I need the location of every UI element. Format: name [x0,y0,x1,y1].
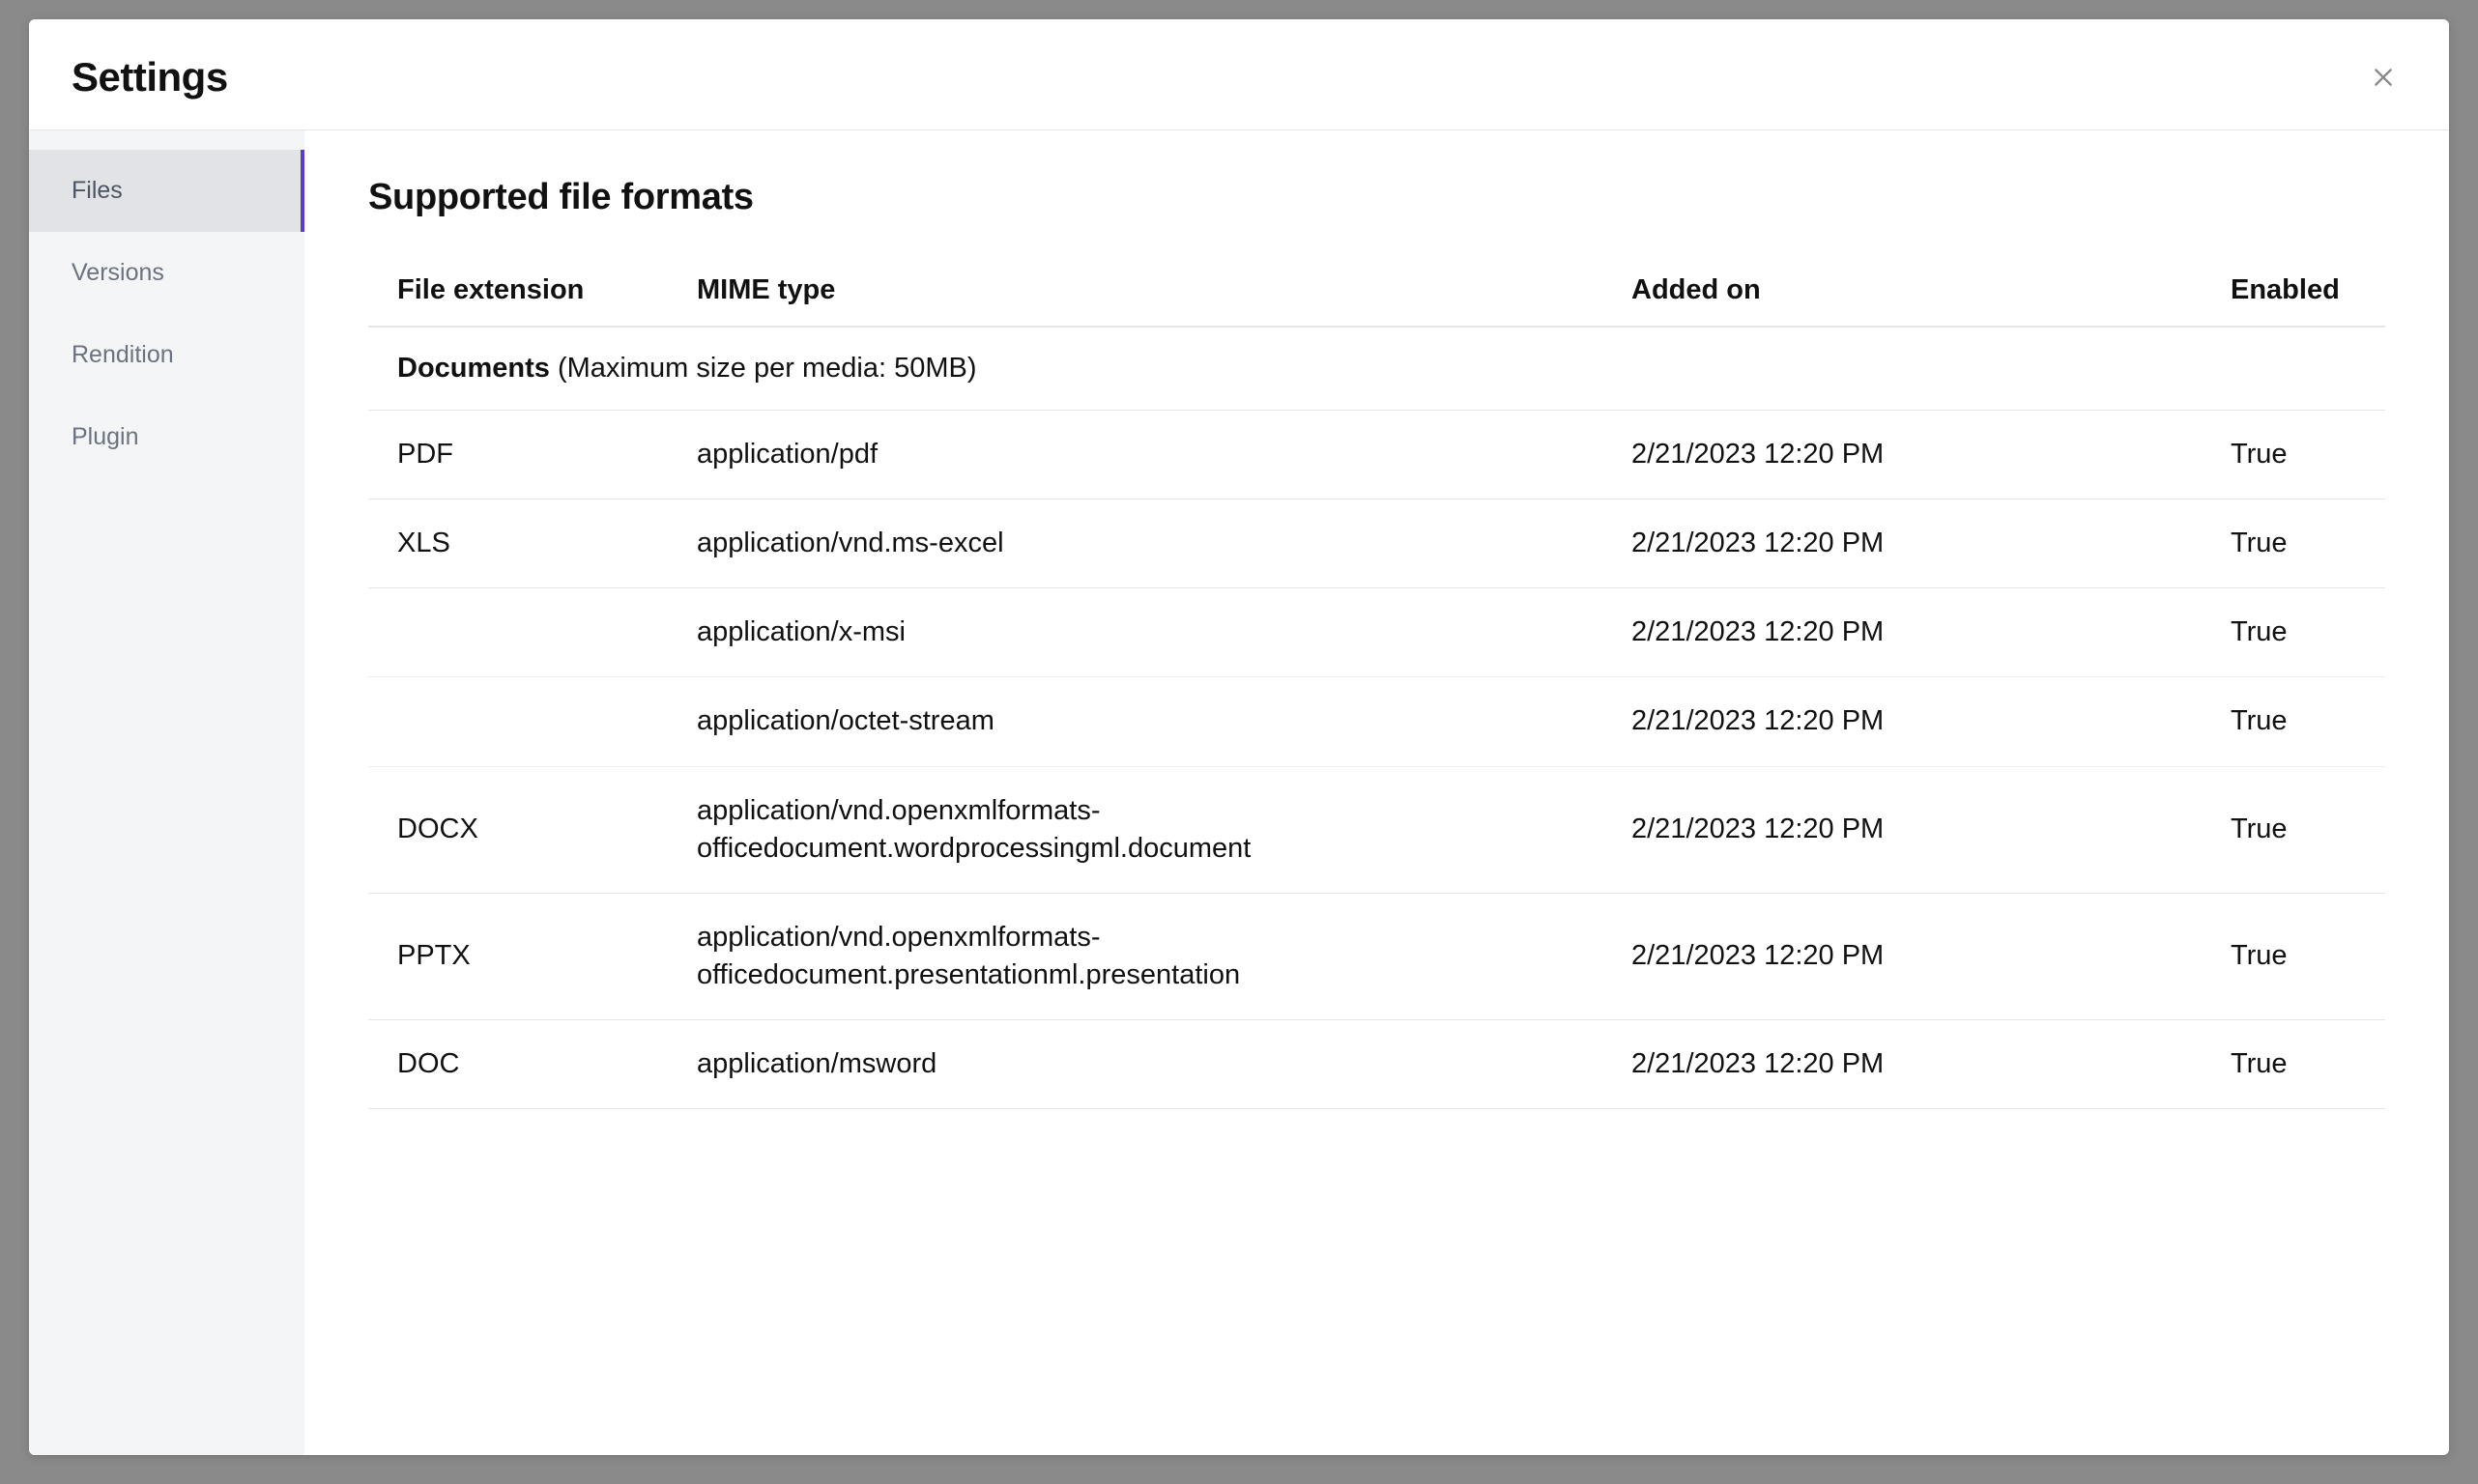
table-row: PDF application/pdf 2/21/2023 12:20 PM T… [368,411,2385,499]
cell-enabled: True [2231,439,2356,471]
cell-mime: application/vnd.ms-excel [697,525,1631,562]
cell-mime: application/octet-stream [697,702,1631,740]
cell-mime: application/pdf [697,436,1631,473]
cell-added: 2/21/2023 12:20 PM [1631,1048,2231,1080]
cell-enabled: True [2231,705,2356,737]
cell-mime: application/msword [697,1045,1631,1083]
close-button[interactable] [2364,58,2403,97]
cell-added: 2/21/2023 12:20 PM [1631,439,2231,471]
sidebar-item-versions[interactable]: Versions [29,232,304,314]
cell-extension: DOCX [397,813,697,845]
file-formats-table: File extension MIME type Added on Enable… [368,255,2385,1109]
table-row: application/x-msi 2/21/2023 12:20 PM Tru… [368,588,2385,677]
cell-mime: application/x-msi [697,614,1631,651]
content-panel: Supported file formats File extension MI… [304,130,2449,1455]
cell-mime: application/vnd.openxmlformats-officedoc… [697,919,1631,994]
column-header-mime: MIME type [697,274,1631,306]
table-row: PPTX application/vnd.openxmlformats-offi… [368,894,2385,1020]
modal-body: Files Versions Rendition Plugin Supporte… [29,130,2449,1455]
sidebar-item-rendition[interactable]: Rendition [29,314,304,396]
section-meta: (Maximum size per media: 50MB) [550,353,977,384]
table-row: XLS application/vnd.ms-excel 2/21/2023 1… [368,499,2385,588]
table-row: application/octet-stream 2/21/2023 12:20… [368,677,2385,766]
column-header-enabled: Enabled [2231,274,2356,306]
cell-enabled: True [2231,616,2356,648]
cell-enabled: True [2231,1048,2356,1080]
settings-modal: Settings Files Versions Rendition Plugin… [29,19,2449,1455]
cell-enabled: True [2231,940,2356,972]
cell-enabled: True [2231,813,2356,845]
section-row-documents: Documents (Maximum size per media: 50MB) [368,328,2385,411]
section-name: Documents [397,353,550,384]
table-row: DOCX application/vnd.openxmlformats-offi… [368,767,2385,894]
table-header-row: File extension MIME type Added on Enable… [368,255,2385,328]
column-header-extension: File extension [397,274,697,306]
cell-extension: PPTX [397,940,697,972]
cell-added: 2/21/2023 12:20 PM [1631,528,2231,559]
sidebar-item-plugin[interactable]: Plugin [29,396,304,478]
modal-title: Settings [72,54,228,100]
sidebar: Files Versions Rendition Plugin [29,130,304,1455]
cell-mime: application/vnd.openxmlformats-officedoc… [697,792,1631,868]
table-row: DOC application/msword 2/21/2023 12:20 P… [368,1020,2385,1109]
cell-enabled: True [2231,528,2356,559]
sidebar-item-files[interactable]: Files [29,150,304,232]
content-title: Supported file formats [368,177,2385,218]
close-icon [2371,65,2396,90]
cell-added: 2/21/2023 12:20 PM [1631,616,2231,648]
cell-extension: PDF [397,439,697,471]
column-header-added: Added on [1631,274,2231,306]
cell-extension: DOC [397,1048,697,1080]
cell-added: 2/21/2023 12:20 PM [1631,813,2231,845]
modal-header: Settings [29,19,2449,130]
cell-extension: XLS [397,528,697,559]
cell-added: 2/21/2023 12:20 PM [1631,940,2231,972]
cell-added: 2/21/2023 12:20 PM [1631,705,2231,737]
